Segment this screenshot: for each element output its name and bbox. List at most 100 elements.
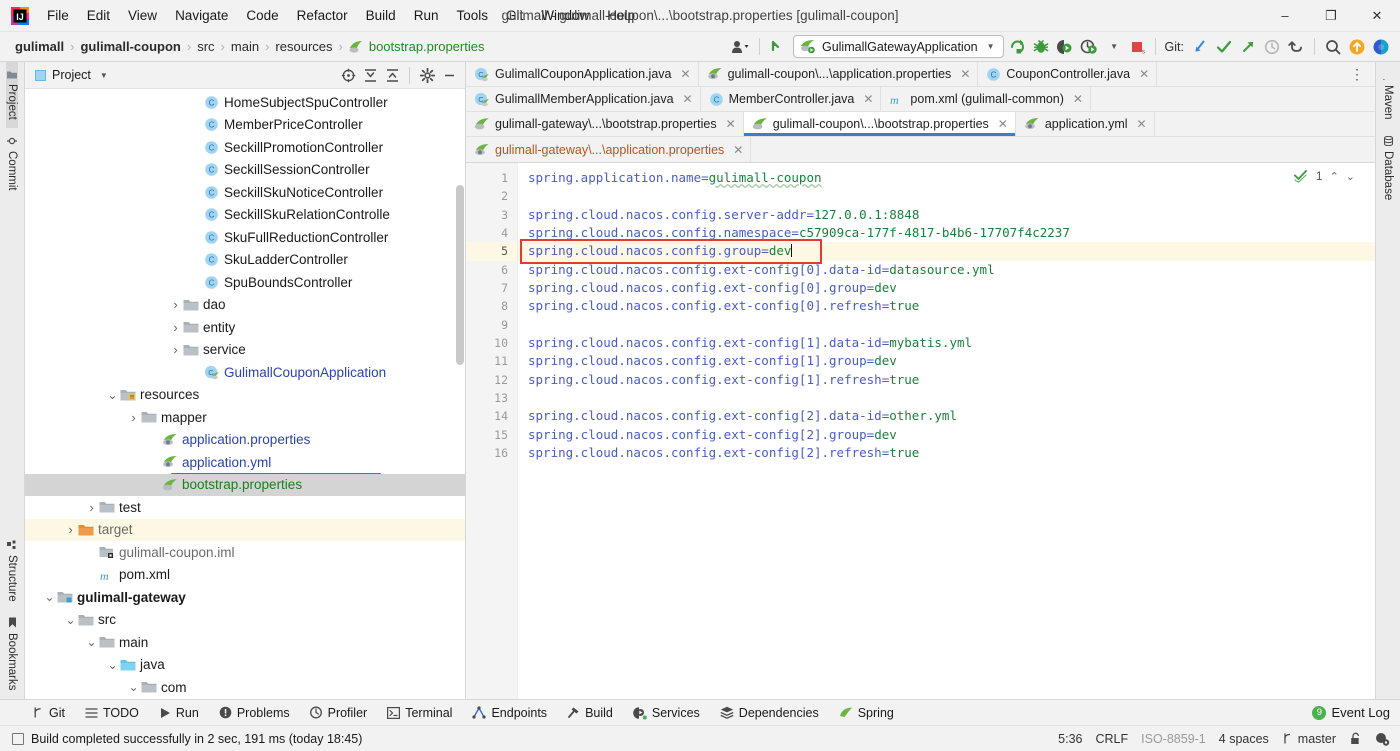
breadcrumb-resources[interactable]: resources	[270, 37, 337, 56]
tree-row[interactable]: ›application.properties	[25, 429, 465, 452]
chevron-right-icon[interactable]: ›	[169, 342, 182, 357]
profile-button[interactable]	[1078, 36, 1100, 58]
git-history-icon[interactable]	[1261, 36, 1283, 58]
menu-file[interactable]: File	[38, 5, 78, 26]
tree-row[interactable]: ⌄ resources	[25, 384, 465, 407]
user-account-icon[interactable]	[729, 36, 752, 58]
tree-row[interactable]: ›CSkuFullReductionController	[25, 226, 465, 249]
tree-row[interactable]: ›CSeckillSkuNoticeController	[25, 181, 465, 204]
tree-row[interactable]: ›mpom.xml	[25, 564, 465, 587]
tree-row[interactable]: ›CHomeSubjectSpuController	[25, 91, 465, 114]
project-tree[interactable]: › C HomeSubjectSpuController › C MemberPriceC…	[25, 89, 465, 699]
inspection-profile-icon[interactable]	[1375, 732, 1390, 746]
tab-close-icon[interactable]: ✕	[683, 92, 693, 106]
chevron-right-icon[interactable]: ›	[169, 320, 182, 335]
tree-row[interactable]: ⌄ main	[25, 631, 465, 654]
run-configuration-selector[interactable]: GulimallGatewayApplication ▼	[792, 35, 1004, 58]
stop-button[interactable]: s	[1126, 36, 1148, 58]
run-with-coverage-button[interactable]	[1054, 36, 1076, 58]
hide-panel-icon[interactable]	[439, 65, 459, 85]
lock-icon[interactable]	[1349, 732, 1362, 746]
chevron-down-icon[interactable]: ⌄	[64, 613, 77, 627]
rail-item-database[interactable]: Database	[1382, 128, 1394, 208]
update-project-icon[interactable]	[767, 36, 791, 58]
tool-window-profiler[interactable]: Profiler	[300, 703, 378, 723]
editor-tab[interactable]: C CouponController.java ✕	[978, 62, 1158, 86]
menu-window[interactable]: Window	[532, 5, 598, 26]
tree-row[interactable]: › mapper	[25, 406, 465, 429]
menu-help[interactable]: Help	[598, 5, 644, 26]
tab-close-icon[interactable]: ✕	[726, 117, 736, 131]
tree-row[interactable]: › entity	[25, 316, 465, 339]
tree-row[interactable]: › target	[25, 518, 465, 541]
rail-item-project[interactable]: Project	[6, 62, 18, 128]
line-separator[interactable]: CRLF	[1095, 732, 1128, 746]
chevron-down-icon[interactable]: ⌄	[85, 635, 98, 649]
collapse-all-icon[interactable]	[382, 65, 402, 85]
debug-button[interactable]	[1030, 36, 1052, 58]
ide-assistant-icon[interactable]	[1370, 36, 1392, 58]
menu-code[interactable]: Code	[237, 5, 287, 26]
tool-window-run[interactable]: Run	[149, 703, 209, 723]
tab-close-icon[interactable]: ✕	[960, 67, 970, 81]
tool-window-spring[interactable]: Spring	[829, 703, 904, 723]
chevron-down-icon[interactable]: ⌄	[43, 590, 56, 604]
menu-tools[interactable]: Tools	[447, 5, 497, 26]
tree-row[interactable]: ›CSeckillPromotionController	[25, 136, 465, 159]
expand-all-icon[interactable]	[360, 65, 380, 85]
chevron-right-icon[interactable]: ›	[85, 500, 98, 515]
breadcrumb-bootstrap-properties[interactable]: bootstrap.properties	[344, 37, 490, 56]
chevron-right-icon[interactable]: ›	[64, 522, 77, 537]
chevron-down-icon[interactable]: ⌄	[127, 680, 140, 694]
gear-icon[interactable]	[417, 65, 437, 85]
chevron-right-icon[interactable]: ›	[169, 297, 182, 312]
tab-close-icon[interactable]: ✕	[1073, 92, 1083, 106]
indent-setting[interactable]: 4 spaces	[1219, 732, 1269, 746]
git-push-icon[interactable]	[1237, 36, 1259, 58]
editor-tab[interactable]: application.yml ✕	[1015, 112, 1155, 136]
tab-close-icon[interactable]: ✕	[681, 67, 691, 81]
tab-close-icon[interactable]: ✕	[1139, 67, 1149, 81]
previous-problem-icon[interactable]: ⌃	[1330, 170, 1339, 183]
rail-item-commit[interactable]: Commit	[6, 128, 18, 199]
tree-row[interactable]: › service	[25, 339, 465, 362]
tree-row[interactable]: ›CMemberPriceController	[25, 114, 465, 137]
maximize-button[interactable]: ❐	[1308, 0, 1354, 32]
menu-git[interactable]: Git	[497, 5, 532, 26]
event-log-button[interactable]: 9 Event Log	[1312, 705, 1400, 720]
menu-build[interactable]: Build	[357, 5, 405, 26]
project-panel-title-group[interactable]: Project ▼	[35, 68, 108, 82]
breadcrumb-src[interactable]: src	[192, 37, 219, 56]
search-everywhere-icon[interactable]	[1322, 36, 1344, 58]
close-button[interactable]: ✕	[1354, 0, 1400, 32]
caret-position[interactable]: 5:36	[1058, 732, 1082, 746]
tree-row[interactable]: ›gulimall-coupon.iml	[25, 541, 465, 564]
tree-row[interactable]: ⌄ java	[25, 654, 465, 677]
tree-row[interactable]: ›CSeckillSkuRelationControlle	[25, 204, 465, 227]
git-commit-icon[interactable]	[1213, 36, 1235, 58]
update-available-icon[interactable]	[1346, 36, 1368, 58]
more-tabs-icon[interactable]: ⋮	[1340, 62, 1375, 86]
menu-run[interactable]: Run	[405, 5, 448, 26]
editor-tab[interactable]: gulimall-gateway\...\bootstrap.propertie…	[466, 112, 744, 136]
editor-tab[interactable]: gulimall-gateway\...\application.propert…	[466, 137, 752, 162]
file-encoding[interactable]: ISO-8859-1	[1141, 732, 1206, 746]
git-rollback-icon[interactable]	[1285, 36, 1307, 58]
run-button[interactable]	[1006, 36, 1028, 58]
next-problem-icon[interactable]: ⌄	[1346, 170, 1355, 183]
tab-close-icon[interactable]: ✕	[733, 143, 743, 157]
tool-window-endpoints[interactable]: Endpoints	[462, 703, 557, 723]
menu-edit[interactable]: Edit	[78, 5, 119, 26]
tree-row[interactable]: ›CGulimallCouponApplication	[25, 361, 465, 384]
chevron-down-icon[interactable]: ⌄	[106, 388, 119, 402]
tool-window-terminal[interactable]: Terminal	[377, 703, 462, 723]
editor-tab[interactable]: gulimall-coupon\...\application.properti…	[698, 62, 979, 86]
rail-item-maven[interactable]: m Maven	[1382, 62, 1394, 128]
code-content[interactable]: spring.application.name=gulimall-coupon …	[518, 163, 1375, 699]
tree-row[interactable]: › dao	[25, 294, 465, 317]
code-editor[interactable]: 1 2 3 4 5 6 7 8 9 10 11 12 13 14 15 16 spring.applicati…	[466, 163, 1375, 699]
chevron-right-icon[interactable]: ›	[127, 410, 140, 425]
breadcrumb-gulimall-coupon[interactable]: gulimall-coupon	[75, 37, 185, 56]
chevron-down-icon[interactable]: ⌄	[106, 658, 119, 672]
menu-refactor[interactable]: Refactor	[288, 5, 357, 26]
